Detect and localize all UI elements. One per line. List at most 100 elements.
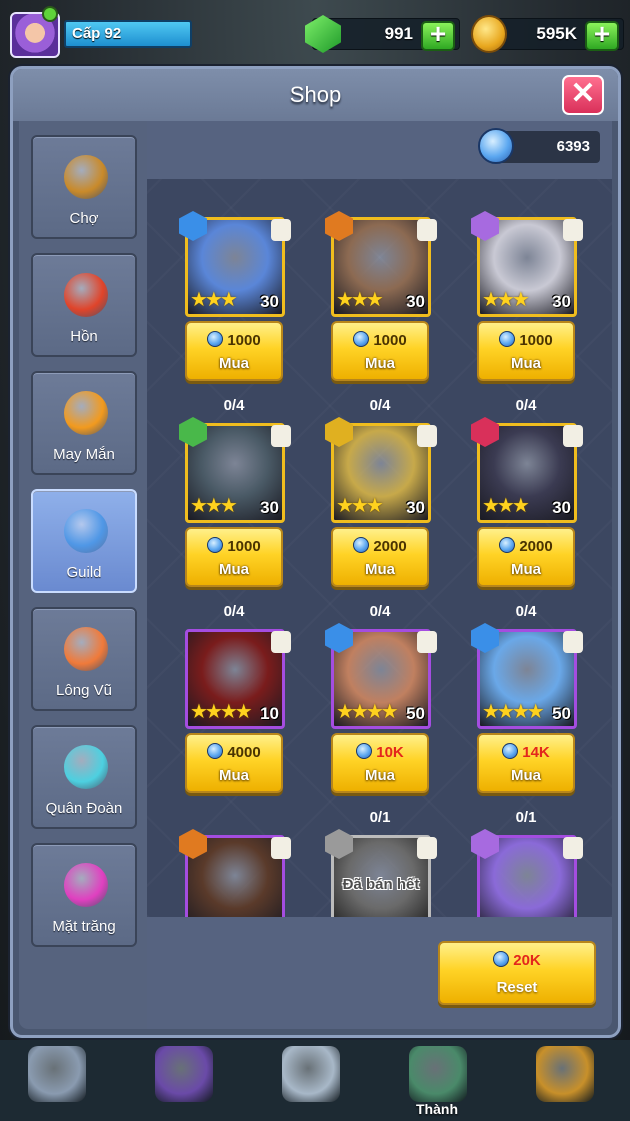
sidebar-item-label: Mặt trăng: [52, 918, 116, 935]
moon-orb-icon: [64, 863, 108, 907]
sidebar-item-label: May Mắn: [53, 446, 115, 463]
buy-button[interactable]: 2000 Mua: [331, 527, 429, 587]
buy-button[interactable]: 1000 Mua: [477, 321, 575, 381]
hero-fragment-icon: [271, 631, 291, 653]
guild-currency-counter: 6393: [478, 128, 600, 164]
buy-button[interactable]: 4000 Mua: [185, 733, 283, 793]
item-price-value: 1000: [227, 332, 261, 349]
reset-price: 20K: [440, 951, 594, 969]
buy-button[interactable]: 1000 Mua: [185, 321, 283, 381]
guild-currency-amount: 6393: [556, 138, 590, 155]
soul-gem-icon: [64, 273, 108, 317]
buy-label: Mua: [365, 767, 395, 784]
gold-amount: 595K: [536, 24, 577, 43]
gem-icon: [305, 15, 341, 53]
buy-label: Mua: [219, 561, 249, 578]
hero-level: 30: [552, 292, 571, 311]
nav-label: Thành: [416, 1101, 458, 1117]
add-gems-button[interactable]: +: [421, 20, 455, 51]
nav-item-guild-shield[interactable]: [133, 1044, 233, 1121]
reset-price-value: 20K: [513, 952, 541, 969]
purchase-count: 0/4: [369, 397, 391, 414]
hero-fragment-icon: [417, 837, 437, 859]
guild-coin-icon: [207, 331, 224, 347]
sidebar-item-guild[interactable]: Guild: [31, 489, 137, 593]
bottom-navigation: Thành: [0, 1040, 630, 1121]
online-status-dot: [42, 6, 58, 22]
buy-label: Mua: [511, 561, 541, 578]
item-price: 2000: [479, 537, 573, 555]
shop-content: 6393 ★★★ 30 1000 Mua 0/4 ★★★ 30 1000 Mua 0/4 ★★★ 30…: [147, 121, 612, 1029]
hero-fragment-icon: [563, 425, 583, 447]
crossed-swords-icon: [282, 1046, 340, 1102]
nav-item-crossed-swords[interactable]: [260, 1044, 360, 1121]
sidebar-item-lông-vũ[interactable]: Lông Vũ: [31, 607, 137, 711]
buy-button[interactable]: 1000 Mua: [331, 321, 429, 381]
item-price: 1000: [333, 331, 427, 349]
item-price-value: 10K: [376, 744, 404, 761]
hero-fragment-icon: [271, 425, 291, 447]
star-rating: ★★★: [190, 495, 238, 517]
lucky-coin-icon: [64, 391, 108, 435]
star-rating: ★★★: [336, 289, 384, 311]
sidebar-item-may-mắn[interactable]: May Mắn: [31, 371, 137, 475]
reset-button[interactable]: 20K Reset: [438, 941, 596, 1005]
hero-fragment-icon: [271, 219, 291, 241]
item-grid[interactable]: ★★★ 30 1000 Mua 0/4 ★★★ 30 1000 Mua 0/4 ★★★ 30 1000 M…: [147, 179, 612, 917]
guild-coin-icon: [207, 743, 224, 759]
guild-coin-icon: [499, 331, 516, 347]
sidebar-item-quân-đoàn[interactable]: Quân Đoàn: [31, 725, 137, 829]
star-rating: ★★★★: [190, 701, 253, 723]
star-rating: ★★★: [482, 495, 530, 517]
close-button[interactable]: ✕: [562, 75, 604, 115]
guild-coin-icon: [207, 537, 224, 553]
buy-button[interactable]: 2000 Mua: [477, 527, 575, 587]
sidebar-item-hồn[interactable]: Hồn: [31, 253, 137, 357]
sidebar-item-chợ[interactable]: Chợ: [31, 135, 137, 239]
hero-fragment-icon: [563, 631, 583, 653]
item-price-value: 14K: [522, 744, 550, 761]
buy-button[interactable]: 14K Mua: [477, 733, 575, 793]
item-price-value: 2000: [373, 538, 407, 555]
sidebar-item-mặt-trăng[interactable]: Mặt trăng: [31, 843, 137, 947]
buy-button[interactable]: 1000 Mua: [185, 527, 283, 587]
guild-shield-icon: [155, 1046, 213, 1102]
hero-fragment-icon: [563, 219, 583, 241]
item-price: 1000: [187, 331, 281, 349]
nav-item-treasure-chest[interactable]: [514, 1044, 614, 1121]
feather-icon: [64, 627, 108, 671]
sidebar-item-label: Hồn: [70, 328, 98, 345]
sidebar-item-label: Quân Đoàn: [45, 800, 123, 817]
guild-coin-icon: [356, 743, 373, 759]
hero-level: 30: [406, 498, 425, 517]
hero-fragment-icon: [417, 425, 437, 447]
knight-helmet-icon: [28, 1046, 86, 1102]
gem-counter: 991 +: [305, 15, 460, 53]
hero-level: 30: [260, 498, 279, 517]
hero-fragment-icon: [417, 631, 437, 653]
purchase-count: 0/1: [515, 809, 537, 826]
add-gold-button[interactable]: +: [585, 20, 619, 51]
purchase-count: 0/4: [223, 603, 245, 620]
shop-panel: Shop ✕ Chợ Hồn May Mắn Guild Lông Vũ Quân Đoà…: [10, 66, 621, 1038]
guild-coin-icon: [499, 537, 516, 553]
buy-label: Mua: [511, 767, 541, 784]
hero-level: 30: [552, 498, 571, 517]
buy-label: Mua: [219, 355, 249, 372]
guild-coin-icon: [64, 509, 108, 553]
gold-counter: 595K +: [471, 15, 624, 53]
item-price: 1000: [187, 537, 281, 555]
nav-item-knight-helmet[interactable]: [6, 1044, 106, 1121]
reset-strip: 20K Reset: [147, 917, 612, 1029]
nav-item-castle[interactable]: Thành: [387, 1044, 487, 1121]
hero-level: 30: [406, 292, 425, 311]
purchase-count: 0/4: [369, 603, 391, 620]
gem-amount: 991: [384, 24, 413, 43]
currency-strip: 6393: [147, 121, 612, 179]
hero-level: 10: [260, 704, 279, 723]
star-rating: ★★★★: [336, 701, 399, 723]
sold-out-label: Đã bán hết: [342, 876, 420, 893]
item-price: 4000: [187, 743, 281, 761]
buy-button[interactable]: 10K Mua: [331, 733, 429, 793]
gold-coin-icon: [471, 15, 507, 53]
